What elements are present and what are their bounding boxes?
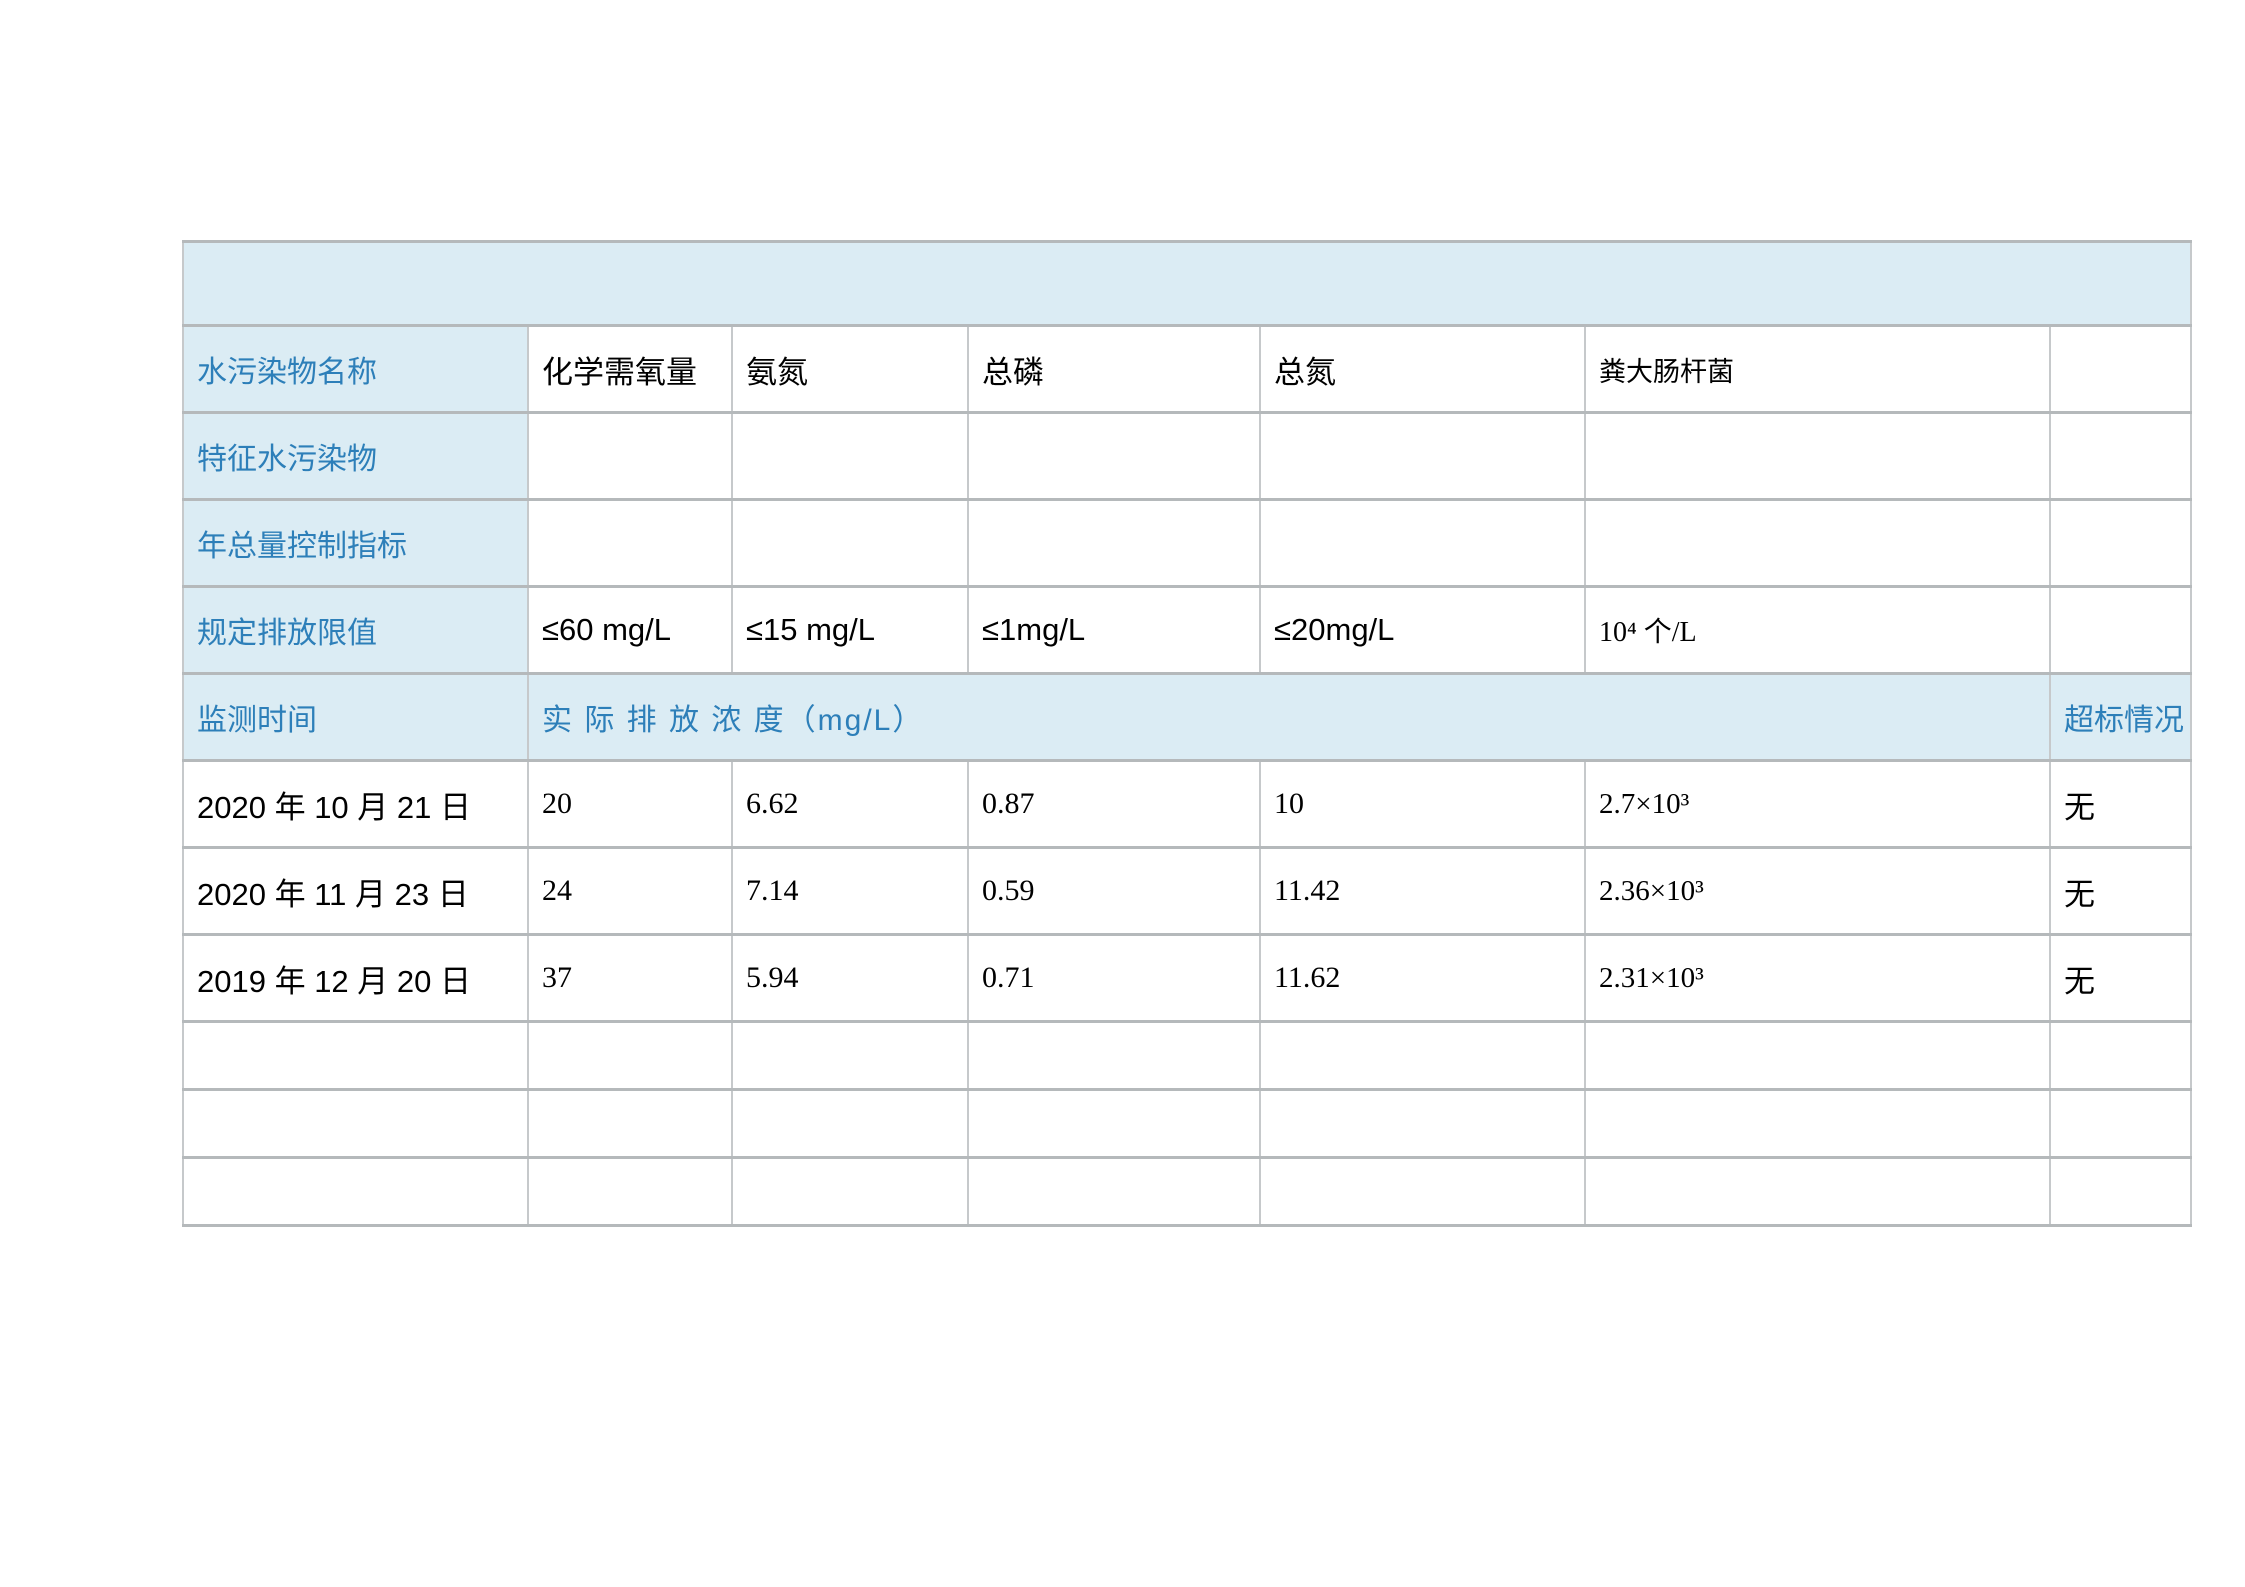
- table-row: [183, 1022, 2191, 1090]
- measurement-value-nitrogen: 11.42: [1260, 848, 1585, 935]
- empty-cell: [1585, 413, 2050, 500]
- row-label-discharge-limit: 规定排放限值: [183, 587, 528, 674]
- pollutant-header-cod: 化学需氧量: [528, 326, 732, 413]
- row-label-pollutant-name: 水污染物名称: [183, 326, 528, 413]
- empty-cell: [528, 413, 732, 500]
- empty-cell: [1260, 1090, 1585, 1158]
- empty-cell: [1585, 500, 2050, 587]
- empty-cell: [1260, 1022, 1585, 1090]
- empty-cell: [968, 1158, 1260, 1226]
- pollutant-header-ammonia: 氨氮: [732, 326, 968, 413]
- empty-cell: [2050, 1022, 2191, 1090]
- empty-cell: [528, 1090, 732, 1158]
- table-row: 2020 年 11 月 23 日 24 7.14 0.59 11.42 2.36…: [183, 848, 2191, 935]
- empty-cell: [968, 1022, 1260, 1090]
- exceed-status-value: 无: [2050, 848, 2191, 935]
- measurement-value-cod: 24: [528, 848, 732, 935]
- row-label-annual-total: 年总量控制指标: [183, 500, 528, 587]
- empty-cell: [2050, 500, 2191, 587]
- exceed-status-value: 无: [2050, 761, 2191, 848]
- empty-cell: [183, 1158, 528, 1226]
- empty-cell: [1585, 1090, 2050, 1158]
- empty-cell: [732, 413, 968, 500]
- measurement-value-phosphorus: 0.71: [968, 935, 1260, 1022]
- row-label-monitor-time: 监测时间: [183, 674, 528, 761]
- limit-nitrogen: ≤20mg/L: [1260, 587, 1585, 674]
- pollutant-header-coliform: 粪大肠杆菌: [1585, 326, 2050, 413]
- pollutant-header-nitrogen: 总氮: [1260, 326, 1585, 413]
- empty-cell: [732, 500, 968, 587]
- pollutant-monitoring-table: 水污染物名称 化学需氧量 氨氮 总磷 总氮 粪大肠杆菌 特征水污染物 年总量控制…: [182, 240, 2192, 1227]
- measurement-date: 2020 年 10 月 21 日: [183, 761, 528, 848]
- limit-phosphorus: ≤1mg/L: [968, 587, 1260, 674]
- measurement-value-coliform: 2.7×10³: [1585, 761, 2050, 848]
- table-row: [183, 1090, 2191, 1158]
- table-row: 2019 年 12 月 20 日 37 5.94 0.71 11.62 2.31…: [183, 935, 2191, 1022]
- empty-cell: [528, 500, 732, 587]
- document-page: { "colors": { "header_fill": "#dbecf4", …: [0, 0, 2245, 1587]
- measurement-value-cod: 37: [528, 935, 732, 1022]
- measurement-value-coliform: 2.36×10³: [1585, 848, 2050, 935]
- empty-cell: [183, 1090, 528, 1158]
- empty-cell: [183, 1022, 528, 1090]
- empty-cell: [2050, 326, 2191, 413]
- empty-cell: [732, 1158, 968, 1226]
- row-label-characteristic: 特征水污染物: [183, 413, 528, 500]
- measurement-value-ammonia: 7.14: [732, 848, 968, 935]
- empty-cell: [732, 1090, 968, 1158]
- empty-cell: [1260, 413, 1585, 500]
- empty-cell: [2050, 1090, 2191, 1158]
- empty-cell: [968, 500, 1260, 587]
- empty-cell: [1260, 1158, 1585, 1226]
- measurement-value-nitrogen: 11.62: [1260, 935, 1585, 1022]
- limit-cod: ≤60 mg/L: [528, 587, 732, 674]
- table-row: [183, 242, 2191, 326]
- measurement-value-phosphorus: 0.59: [968, 848, 1260, 935]
- table-title-banner: [183, 242, 2191, 326]
- table-row: 特征水污染物: [183, 413, 2191, 500]
- empty-cell: [2050, 413, 2191, 500]
- measurement-date: 2019 年 12 月 20 日: [183, 935, 528, 1022]
- table-row: 2020 年 10 月 21 日 20 6.62 0.87 10 2.7×10³…: [183, 761, 2191, 848]
- empty-cell: [528, 1158, 732, 1226]
- table-row: [183, 1158, 2191, 1226]
- limit-ammonia: ≤15 mg/L: [732, 587, 968, 674]
- table-row: 监测时间 实 际 排 放 浓 度（mg/L） 超标情况: [183, 674, 2191, 761]
- actual-concentration-header: 实 际 排 放 浓 度（mg/L）: [528, 674, 2050, 761]
- measurement-value-phosphorus: 0.87: [968, 761, 1260, 848]
- empty-cell: [968, 413, 1260, 500]
- measurement-value-nitrogen: 10: [1260, 761, 1585, 848]
- limit-coliform: 10⁴ 个/L: [1585, 587, 2050, 674]
- measurement-value-ammonia: 6.62: [732, 761, 968, 848]
- empty-cell: [968, 1090, 1260, 1158]
- table-row: 水污染物名称 化学需氧量 氨氮 总磷 总氮 粪大肠杆菌: [183, 326, 2191, 413]
- empty-cell: [2050, 587, 2191, 674]
- exceed-status-header: 超标情况: [2050, 674, 2191, 761]
- table-row: 年总量控制指标: [183, 500, 2191, 587]
- empty-cell: [2050, 1158, 2191, 1226]
- measurement-value-cod: 20: [528, 761, 732, 848]
- measurement-value-coliform: 2.31×10³: [1585, 935, 2050, 1022]
- measurement-date: 2020 年 11 月 23 日: [183, 848, 528, 935]
- table-row: 规定排放限值 ≤60 mg/L ≤15 mg/L ≤1mg/L ≤20mg/L …: [183, 587, 2191, 674]
- empty-cell: [1260, 500, 1585, 587]
- pollutant-header-phosphorus: 总磷: [968, 326, 1260, 413]
- empty-cell: [1585, 1158, 2050, 1226]
- measurement-value-ammonia: 5.94: [732, 935, 968, 1022]
- empty-cell: [1585, 1022, 2050, 1090]
- empty-cell: [732, 1022, 968, 1090]
- exceed-status-value: 无: [2050, 935, 2191, 1022]
- empty-cell: [528, 1022, 732, 1090]
